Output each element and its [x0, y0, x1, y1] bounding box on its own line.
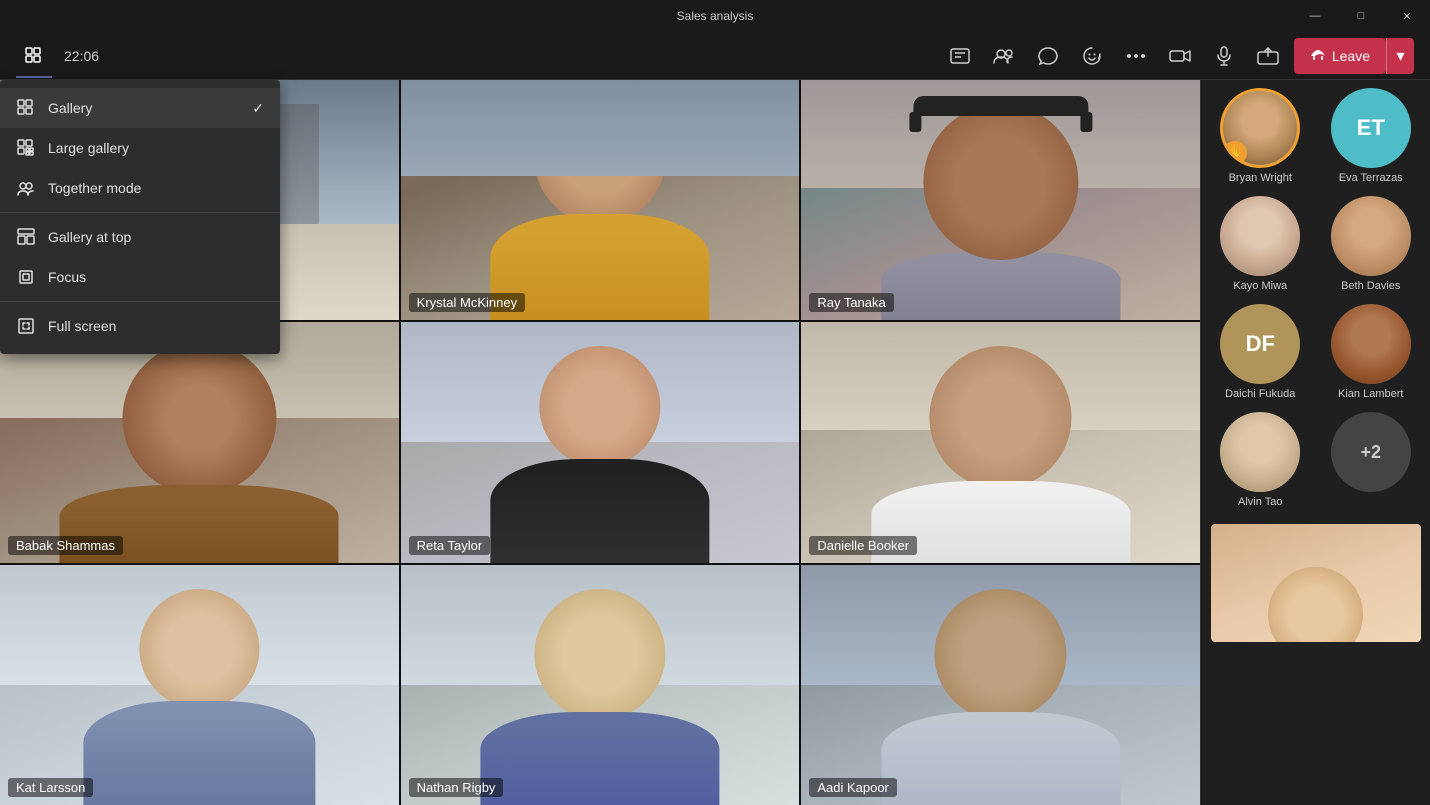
video-cell-ray: Ray Tanaka: [801, 80, 1200, 320]
video-cell-kat: Kat Larsson: [0, 565, 399, 805]
avatar-item-eva[interactable]: ET Eva Terrazas: [1331, 88, 1411, 184]
participant-name-aadi: Aadi Kapoor: [809, 778, 897, 797]
menu-item-together[interactable]: Together mode: [0, 168, 280, 208]
leave-dropdown-button[interactable]: ▾: [1386, 38, 1414, 74]
gallery-label: Gallery: [48, 100, 92, 116]
video-cell-krystal: Krystal McKinney: [401, 80, 800, 320]
avatar-name-kayo: Kayo Miwa: [1233, 280, 1287, 292]
layout-dropdown-menu: Gallery ✓ Large gallery Tog: [0, 80, 280, 354]
microphone-button[interactable]: [1206, 38, 1242, 74]
participant-name-kat: Kat Larsson: [8, 778, 93, 797]
minimize-button[interactable]: —: [1292, 0, 1338, 32]
chat-button[interactable]: [1030, 38, 1066, 74]
video-cell-reta: Reta Taylor: [401, 322, 800, 562]
large-gallery-label: Large gallery: [48, 140, 129, 156]
share-screen-button[interactable]: [1250, 38, 1286, 74]
leave-label: Leave: [1332, 48, 1370, 64]
avatar-circle-kian: [1331, 304, 1411, 384]
avatar-name-daichi: Daichi Fukuda: [1225, 388, 1295, 400]
avatar-name-alvin: Alvin Tao: [1238, 496, 1282, 508]
participant-name-nathan: Nathan Rigby: [409, 778, 504, 797]
leave-call-button[interactable]: Leave: [1294, 38, 1386, 74]
sidebar-row-2: Kayo Miwa Beth Davies: [1205, 196, 1426, 292]
menu-item-fullscreen[interactable]: Full screen: [0, 306, 280, 346]
avatar-name-eva: Eva Terrazas: [1339, 172, 1403, 184]
avatar-initials-daichi: DF: [1246, 331, 1275, 357]
avatar-initials-eva: ET: [1357, 115, 1385, 141]
together-icon: [16, 178, 36, 198]
sidebar-row-1: ✋ Bryan Wright ET Eva Terrazas: [1205, 88, 1426, 184]
video-cell-aadi: Aadi Kapoor: [801, 565, 1200, 805]
show-conversation-button[interactable]: [942, 38, 978, 74]
self-video-preview: [1211, 524, 1421, 642]
menu-divider-1: [0, 212, 280, 213]
gallery-icon: [16, 98, 36, 118]
focus-icon: [16, 267, 36, 287]
participant-name-danielle: Danielle Booker: [809, 536, 917, 555]
avatar-item-kayo[interactable]: Kayo Miwa: [1220, 196, 1300, 292]
avatar-item-daichi[interactable]: DF Daichi Fukuda: [1220, 304, 1300, 400]
menu-item-gallery-top[interactable]: Gallery at top: [0, 217, 280, 257]
large-gallery-icon: [16, 138, 36, 158]
self-video-inner: [1211, 524, 1421, 642]
participant-name-reta: Reta Taylor: [409, 536, 491, 555]
sidebar-row-3: DF Daichi Fukuda Kian Lambert: [1205, 304, 1426, 400]
more-participants-badge[interactable]: +2: [1331, 412, 1411, 492]
toolbar: 22:06: [0, 32, 1430, 80]
video-cell-babak: Babak Shammas: [0, 322, 399, 562]
avatar-name-kian: Kian Lambert: [1338, 388, 1403, 400]
avatar-circle-beth: [1331, 196, 1411, 276]
participant-name-ray: Ray Tanaka: [809, 293, 893, 312]
gallery-checkmark: ✓: [252, 100, 264, 117]
menu-item-large-gallery[interactable]: Large gallery: [0, 128, 280, 168]
call-timer: 22:06: [64, 48, 99, 64]
menu-item-focus[interactable]: Focus: [0, 257, 280, 297]
more-options-button[interactable]: [1118, 38, 1154, 74]
avatar-name-beth: Beth Davies: [1341, 280, 1400, 292]
participants-button[interactable]: [986, 38, 1022, 74]
focus-label: Focus: [48, 269, 86, 285]
gallery-top-label: Gallery at top: [48, 229, 131, 245]
sidebar-row-4: Alvin Tao +2: [1205, 412, 1426, 508]
together-label: Together mode: [48, 180, 141, 196]
avatar-item-bryan[interactable]: ✋ Bryan Wright: [1220, 88, 1300, 184]
participant-name-babak: Babak Shammas: [8, 536, 123, 555]
avatar-name-bryan: Bryan Wright: [1229, 172, 1292, 184]
avatar-name-more: [1369, 496, 1372, 508]
fullscreen-icon: [16, 316, 36, 336]
reactions-button[interactable]: [1074, 38, 1110, 74]
maximize-button[interactable]: □: [1338, 0, 1384, 32]
sidebar-participants: ✋ Bryan Wright ET Eva Terrazas Kayo Miwa: [1200, 80, 1430, 805]
avatar-item-beth[interactable]: Beth Davies: [1331, 196, 1411, 292]
video-cell-danielle: Danielle Booker: [801, 322, 1200, 562]
leave-button-group: Leave ▾: [1294, 38, 1414, 74]
window-title: Sales analysis: [677, 9, 754, 23]
participant-name-krystal: Krystal McKinney: [409, 293, 525, 312]
menu-divider-2: [0, 301, 280, 302]
avatar-item-more[interactable]: +2: [1331, 412, 1411, 508]
avatar-circle-alvin: [1220, 412, 1300, 492]
gallery-top-icon: [16, 227, 36, 247]
close-button[interactable]: ✕: [1384, 0, 1430, 32]
fullscreen-label: Full screen: [48, 318, 116, 334]
avatar-circle-daichi: DF: [1220, 304, 1300, 384]
avatar-circle-kayo: [1220, 196, 1300, 276]
avatar-circle-bryan: ✋: [1220, 88, 1300, 168]
layout-menu-button[interactable]: [16, 38, 52, 74]
avatar-item-alvin[interactable]: Alvin Tao: [1220, 412, 1300, 508]
toolbar-left: 22:06: [16, 38, 479, 74]
toolbar-right: Leave ▾: [942, 38, 1414, 74]
menu-item-gallery[interactable]: Gallery ✓: [0, 88, 280, 128]
avatar-circle-eva: ET: [1331, 88, 1411, 168]
avatar-item-kian[interactable]: Kian Lambert: [1331, 304, 1411, 400]
title-bar: Sales analysis — □ ✕: [0, 0, 1430, 32]
video-cell-nathan: Nathan Rigby: [401, 565, 800, 805]
camera-button[interactable]: [1162, 38, 1198, 74]
window-controls: — □ ✕: [1292, 0, 1430, 32]
